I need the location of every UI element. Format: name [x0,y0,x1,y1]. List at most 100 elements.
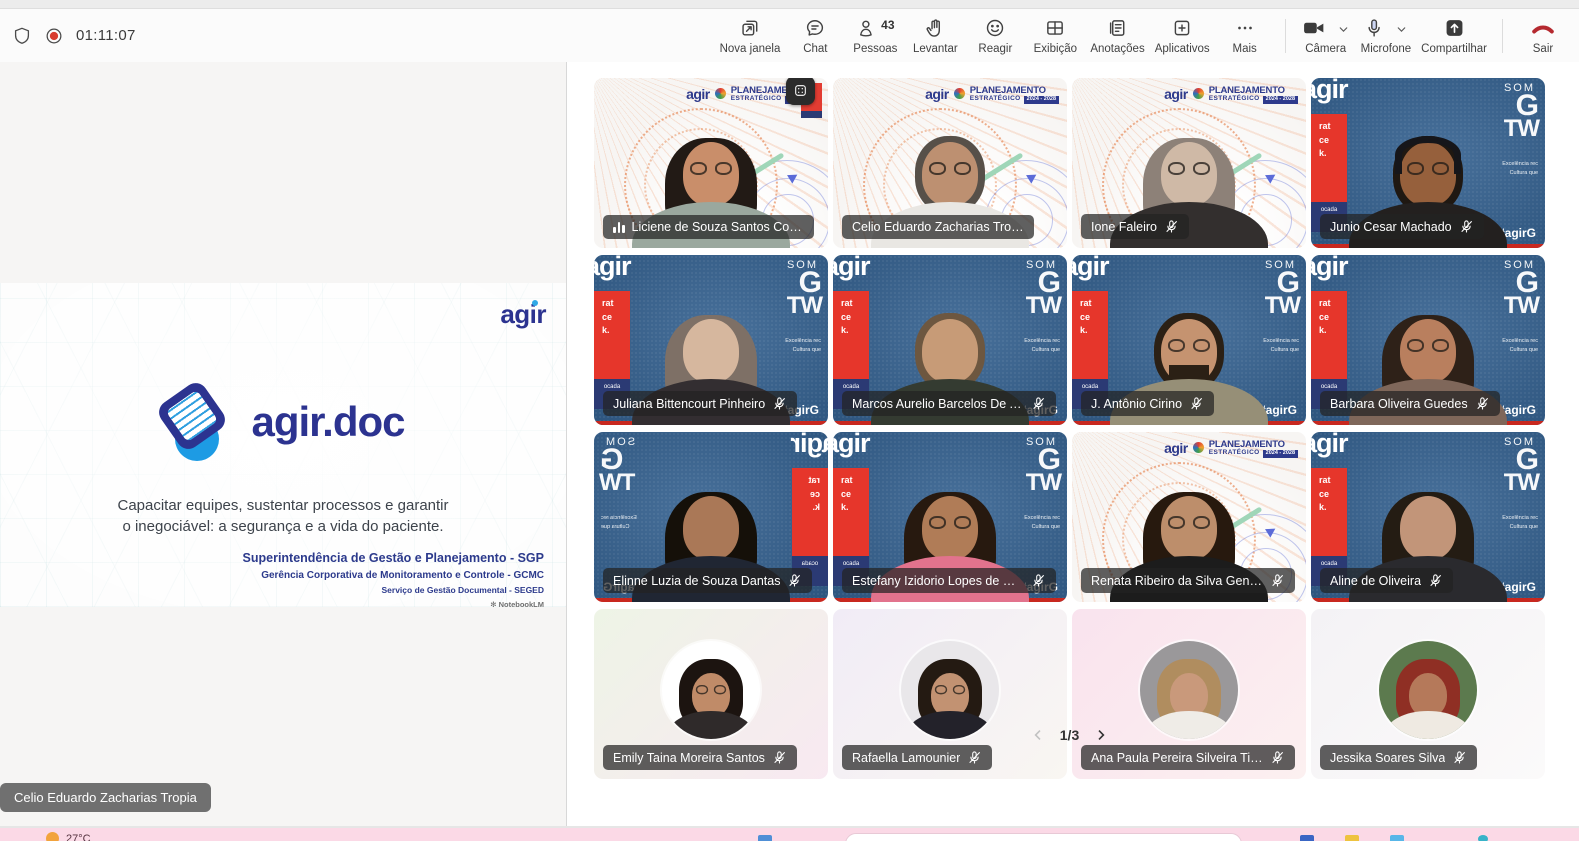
mic-off-icon [1164,219,1179,234]
tile-menu-icon [793,83,808,98]
participant-tile[interactable]: agir PLANEJAMENTO ESTRATÉGICO 2024 - 2028 Io… [1072,78,1306,248]
participant-name-pill: Ione Faleiro [1081,214,1190,239]
grid-pagination: 1/3 [594,727,1545,743]
toolbar-button-levantar[interactable]: Levantar [905,15,965,57]
silhouette-head [1400,496,1456,560]
previous-page-icon[interactable] [1030,727,1046,743]
toolbar-divider [1284,18,1286,53]
backdrop-agir-wordmark: agir [833,255,871,281]
participant-tile[interactable]: agirratcek.ocadaSOMGTWExcelência recCult… [833,432,1067,602]
toolbar-button-reagir-label: Reagir [978,42,1013,55]
participant-name-pill: Elinne Luzia de Souza Dantas [603,568,813,593]
toolbar-button-compartilhar[interactable]: Compartilhar [1416,15,1492,57]
toolbar-button-mais-label: Mais [1232,42,1257,55]
window-top-strip [0,0,1579,9]
participant-tile[interactable]: agirratcek.ocadaSOMGTWExcelência recCult… [1311,432,1545,602]
toolbar-button-exibicao[interactable]: Exibição [1025,15,1085,57]
toolbar-button-chat-label: Chat [803,42,828,55]
participant-tile[interactable]: Rafaella Lamounier [833,609,1067,779]
planejamento-logo-circle [1192,442,1204,453]
participant-name: Juliana Bittencourt Pinheiro [613,396,766,411]
tile-options-button[interactable] [786,78,815,105]
mic-off-icon [1189,396,1204,411]
toolbar-button-anotacoes[interactable]: Anotações [1085,15,1149,57]
participant-tile[interactable]: agirratcek.ocadaSOMGTWExcelência recCult… [594,432,828,602]
participant-name: Ione Faleiro [1091,219,1158,234]
participant-tile[interactable]: Jessika Soares Silva [1311,609,1545,779]
planejamento-logo-circle [714,88,726,99]
participant-name: Ana Paula Pereira Silveira Tillm... [1091,750,1263,765]
toolbar-button-mais[interactable]: Mais [1215,15,1275,57]
silhouette-glasses [1405,339,1451,353]
toolbar-button-compartilhar-label: Compartilhar [1421,42,1487,55]
agir-wordmark: agir [686,86,710,102]
backdrop-agir-planejamento-logo: agir PLANEJAMENTOESTRATÉGICO2024 - 2028 [1164,86,1298,104]
org-line-seged: Serviço de Gestão Documental - SEGED [381,585,545,595]
people-icon [856,17,878,39]
toolbar-divider [1502,18,1503,53]
participant-name: Junio Cesar Machado [1330,219,1452,234]
participant-tile[interactable]: agir PLANEJAMENTO ESTRATÉGICO 2024 - 2028 Re… [1072,432,1306,602]
participant-tile[interactable]: agir PLANEJAMENTO ESTRATÉGICO 2024 - 2028 Ce… [833,78,1067,248]
silhouette-glasses [927,162,973,176]
windows-taskbar[interactable]: 27°C [0,826,1579,841]
headset [1395,136,1461,174]
planejamento-text-col: PLANEJAMENTOESTRATÉGICO2024 - 2028 [1209,86,1298,104]
toolbar-button-camera[interactable]: Câmera [1296,15,1356,57]
participant-tile[interactable]: agirPLANEJAMENTOESTRATÉGICO2024 - 2028Li… [594,78,828,248]
toolbar-button-microfone[interactable]: Microfone [1356,15,1417,57]
participant-name-pill: Estefany Izidorio Lopes de Oliv... [842,568,1056,593]
toolbar-button-sair[interactable]: Sair [1513,15,1573,57]
taskbar-icon-sliver[interactable] [1478,835,1488,841]
camera-icon [1301,17,1327,39]
participant-name-pill: Jessika Soares Silva [1320,745,1478,770]
toolbar-button-aplicativos[interactable]: Aplicativos [1150,15,1215,57]
silhouette-glasses [1166,516,1212,530]
shield-icon [12,26,32,46]
leave-icon [1530,17,1556,39]
avatar-glasses [933,684,966,695]
participant-name: Liciene de Souza Santos Coelho [631,220,804,234]
chevron-down-icon[interactable] [1395,23,1408,36]
participant-name-pill: Marcos Aurelio Barcelos De An... [842,391,1056,416]
planejamento-logo-circle [953,88,965,99]
smile-icon [984,17,1006,39]
estrategico-row: ESTRATÉGICO2024 - 2028 [970,96,1059,104]
weather-sun-icon [46,832,59,841]
toolbar-button-microfone-label: Microfone [1360,42,1412,55]
chevron-down-icon[interactable] [1337,23,1350,36]
planejamento-text-col: PLANEJAMENTOESTRATÉGICO2024 - 2028 [1209,440,1298,458]
participant-name: Marcos Aurelio Barcelos De An... [852,396,1024,411]
years-label: 2024 - 2028 [1262,449,1298,458]
participant-tile[interactable]: agirratcek.ocadaSOMGTWExcelência recCult… [1311,255,1545,425]
participant-tile[interactable]: Emily Taina Moreira Santos [594,609,828,779]
taskbar-icon-sliver[interactable] [1345,835,1359,841]
participant-tile[interactable]: agirratcek.ocadaSOMGTWExcelência recCult… [1311,78,1545,248]
toolbar-button-reagir[interactable]: Reagir [965,15,1025,57]
toolbar-button-chat[interactable]: Chat [785,15,845,57]
silhouette-head [922,319,978,383]
participant-tile[interactable]: Ana Paula Pereira Silveira Tillm... [1072,609,1306,779]
agir-wordmark: agir [925,86,949,102]
toolbar-button-nova-janela[interactable]: Nova janela [715,15,786,57]
mic-off-icon [1475,396,1490,411]
taskbar-icon-sliver[interactable] [758,835,772,841]
mic-off-icon [1031,573,1046,588]
taskbar-icon-sliver[interactable] [1390,835,1404,841]
silhouette-glasses [1166,339,1212,353]
participant-name: Celio Eduardo Zacharias Tropia [852,220,1024,234]
participant-tile[interactable]: agirratcek.ocadaSOMGTWExcelência recCult… [1072,255,1306,425]
participant-name: Elinne Luzia de Souza Dantas [613,573,781,588]
participant-name: Estefany Izidorio Lopes de Oliv... [852,573,1024,588]
next-page-icon[interactable] [1093,727,1109,743]
taskbar-search-box[interactable] [845,833,1242,841]
taskbar-icon-sliver[interactable] [1300,835,1314,841]
toolbar-button-pessoas[interactable]: 43 Pessoas [845,15,905,57]
meeting-status-group: 01:11:07 [12,9,136,62]
agir-doc-logo-row: agir.doc [0,378,566,461]
participant-name-pill: Barbara Oliveira Guedes [1320,391,1500,416]
participant-tile[interactable]: agirratcek.ocadaSOMGTWExcelência recCult… [594,255,828,425]
participant-tile[interactable]: agirratcek.ocadaSOMGTWExcelência recCult… [833,255,1067,425]
chat-icon [804,17,826,39]
backdrop-agir-wordmark: agir [791,432,828,458]
